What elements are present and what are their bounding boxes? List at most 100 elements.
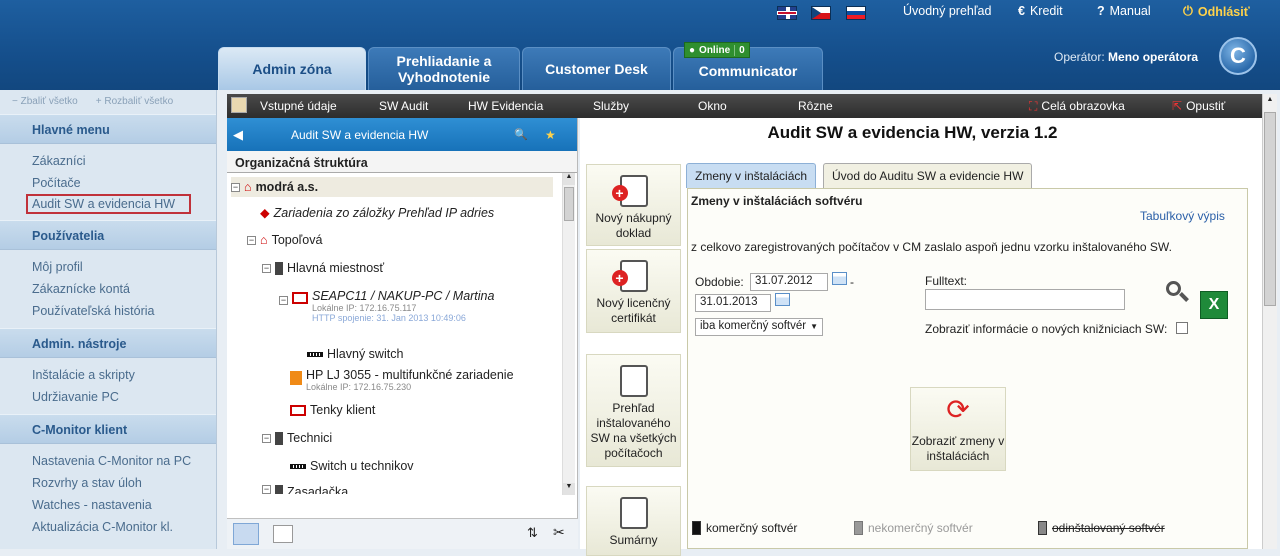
calendar-icon[interactable]: [775, 293, 790, 306]
sidebar-item-schedules[interactable]: Rozvrhy a stav úloh: [32, 472, 216, 494]
back-arrow-icon[interactable]: ◀: [233, 127, 243, 143]
sidebar-section-users[interactable]: Používatelia: [0, 220, 216, 250]
show-changes-button[interactable]: ⟳ Zobraziť zmeny v inštaláciách: [910, 387, 1006, 471]
printer-icon: [290, 371, 302, 385]
scroll-up-icon[interactable]: ▲: [1264, 96, 1276, 108]
operator-name: Meno operátora: [1108, 50, 1199, 64]
collapse-toggle-icon[interactable]: −: [262, 433, 271, 443]
operator-info: Operátor: Meno operátora: [1054, 50, 1198, 64]
sidebar-item-pc-maintenance[interactable]: Udržiavanie PC: [32, 386, 216, 408]
top-bar: Úvodný prehľad € Kredit ? Manual ⏻ Odhlásiť…: [0, 0, 1280, 90]
installed-sw-overview-button[interactable]: Prehľad inštalovaného SW na všetkých poč…: [586, 354, 681, 467]
computer-icon: [292, 292, 308, 304]
scroll-up-icon[interactable]: ▲: [563, 173, 575, 185]
exit-button[interactable]: ⇱ Opustiť: [1172, 99, 1225, 113]
favorite-star-icon[interactable]: ★: [545, 128, 556, 142]
tree-node-main-room[interactable]: − Hlavná miestnosť: [262, 261, 384, 275]
action-label: Prehľad inštalovaného SW na všetkých poč…: [590, 401, 677, 460]
calendar-icon[interactable]: [832, 272, 847, 285]
menu-misc[interactable]: Rôzne: [798, 99, 833, 113]
search-icon[interactable]: 🔍: [514, 128, 528, 141]
new-libs-checkbox[interactable]: [1176, 322, 1188, 334]
sidebar-item-customers[interactable]: Zákazníci: [32, 150, 216, 172]
page-title: Audit SW a evidencia HW, verzia 1.2: [767, 123, 1058, 142]
slovak-flag-icon[interactable]: [846, 6, 866, 20]
scroll-down-icon[interactable]: ▼: [563, 483, 575, 495]
manual-link[interactable]: ? Manual: [1097, 4, 1151, 18]
tree-node-tech-switch[interactable]: Switch u technikov: [290, 459, 414, 473]
fulltext-input[interactable]: [925, 289, 1125, 310]
tab-customer-desk[interactable]: Customer Desk: [522, 47, 671, 90]
scrollbar-thumb[interactable]: [564, 187, 574, 221]
home-overview-link[interactable]: Úvodný prehľad: [903, 4, 991, 18]
tab-browsing-evaluation[interactable]: Prehliadanie a Vyhodnotenie: [368, 47, 520, 90]
sidebar-item-watches[interactable]: Watches - nastavenia: [32, 494, 216, 516]
menu-window[interactable]: Okno: [698, 99, 727, 113]
collapse-toggle-icon[interactable]: −: [279, 296, 288, 305]
sidebar-section-main-menu[interactable]: Hlavné menu: [0, 114, 216, 144]
tab-admin-zone[interactable]: Admin zóna: [218, 47, 366, 90]
expand-all-button[interactable]: + Rozbaliť všetko: [96, 96, 173, 108]
tree-node-ip-devices[interactable]: ◆ Zariadenia zo záložky Prehľad IP adrie…: [260, 205, 494, 221]
sort-icon[interactable]: ⇅: [527, 525, 538, 541]
sidebar-item-computers[interactable]: Počítače: [32, 172, 216, 194]
tab-audit-intro[interactable]: Úvod do Auditu SW a evidencie HW: [823, 163, 1033, 188]
tree-scrollbar[interactable]: ▲ ▼: [562, 173, 575, 495]
menu-sw-audit[interactable]: SW Audit: [379, 99, 428, 113]
sidebar-item-user-history[interactable]: Používateľská história: [32, 300, 216, 322]
collapse-all-button[interactable]: − Zbaliť všetko: [12, 96, 78, 108]
sidebar-item-customer-accounts[interactable]: Zákaznícke kontá: [32, 278, 216, 300]
legend-commercial: komerčný softvér: [692, 521, 797, 535]
collapse-toggle-icon[interactable]: −: [262, 263, 271, 273]
sidebar-item-cmonitor-settings[interactable]: Nastavenia C-Monitor na PC: [32, 450, 216, 472]
legend-swatch: [1038, 521, 1047, 535]
sidebar-item-my-profile[interactable]: Môj profil: [32, 256, 216, 278]
excel-export-icon[interactable]: X: [1200, 291, 1228, 319]
czech-flag-icon[interactable]: [811, 6, 831, 20]
subtab-label: Úvod do Auditu SW a evidencie HW: [832, 169, 1024, 183]
logout-link[interactable]: ⏻ Odhlásiť: [1183, 4, 1250, 19]
action-label: Sumárny: [609, 533, 658, 547]
sidebar-item-cmonitor-update[interactable]: Aktualizácia C-Monitor kl.: [32, 516, 216, 538]
tree-node-printer[interactable]: HP LJ 3055 - multifunkčné zariadenie Lok…: [290, 368, 514, 392]
sidebar-item-audit-sw[interactable]: Audit SW a evidencia HW: [26, 194, 192, 214]
tree-node-thin-client[interactable]: Tenky klient: [290, 403, 375, 417]
collapse-toggle-icon[interactable]: −: [231, 182, 240, 192]
tree-node-root[interactable]: − ⌂ modrá a.s.: [231, 177, 553, 197]
credit-link[interactable]: € Kredit: [1018, 4, 1063, 18]
menu-input-data[interactable]: Vstupné údaje: [260, 99, 337, 113]
collapse-toggle-icon[interactable]: −: [247, 235, 256, 245]
tree-node-pc[interactable]: − SEAPC11 / NAKUP-PC / Martina Lokálne I…: [279, 289, 494, 323]
menu-hw-evidence[interactable]: HW Evidencia: [468, 99, 543, 113]
tree-node-label: Hlavná miestnosť: [287, 261, 385, 275]
date-from-input[interactable]: 31.07.2012: [750, 273, 828, 291]
sidebar-section-cmonitor-client[interactable]: C-Monitor klient: [0, 414, 216, 444]
tree-node-topolova[interactable]: − ⌂ Topoľová: [247, 233, 322, 247]
date-to-input[interactable]: 31.01.2013: [695, 294, 771, 312]
sidebar-section-admin-tools[interactable]: Admin. nástroje: [0, 328, 216, 358]
tree-node-label: Hlavný switch: [327, 347, 404, 361]
tree-node-label: Zasadačka: [287, 485, 349, 494]
scrollbar-thumb[interactable]: [1264, 112, 1276, 306]
tree-node-technici[interactable]: − Technici: [262, 431, 332, 445]
sidebar-item-installations[interactable]: Inštalácie a skripty: [32, 364, 216, 386]
table-view-link[interactable]: Tabuľkový výpis: [1140, 209, 1225, 223]
collapse-toggle-icon[interactable]: −: [262, 485, 271, 494]
menu-services[interactable]: Služby: [593, 99, 629, 113]
english-flag-icon[interactable]: [777, 6, 797, 20]
search-icon[interactable]: [1166, 281, 1189, 303]
sw-filter-select[interactable]: iba komerčný softvér ▼: [695, 318, 823, 336]
page-scrollbar[interactable]: ▲: [1262, 94, 1277, 549]
summary-button[interactable]: Sumárny: [586, 486, 681, 556]
tools-icon[interactable]: ✂: [553, 524, 565, 541]
fullscreen-button[interactable]: ⛶ Celá obrazovka: [1029, 99, 1125, 114]
new-purchase-doc-button[interactable]: + Nový nákupný doklad: [586, 164, 681, 246]
tab-installation-changes[interactable]: Zmeny v inštaláciách: [686, 163, 817, 188]
tree-view-button[interactable]: [233, 523, 259, 545]
tree-node-meeting-room[interactable]: − Zasadačka: [262, 485, 348, 494]
tree-node-main-switch[interactable]: Hlavný switch: [307, 347, 403, 361]
network-view-button[interactable]: [273, 525, 293, 543]
new-license-cert-button[interactable]: + Nový licenčný certifikát: [586, 249, 681, 333]
room-icon: [275, 261, 283, 275]
film-document-icon: [619, 365, 648, 397]
